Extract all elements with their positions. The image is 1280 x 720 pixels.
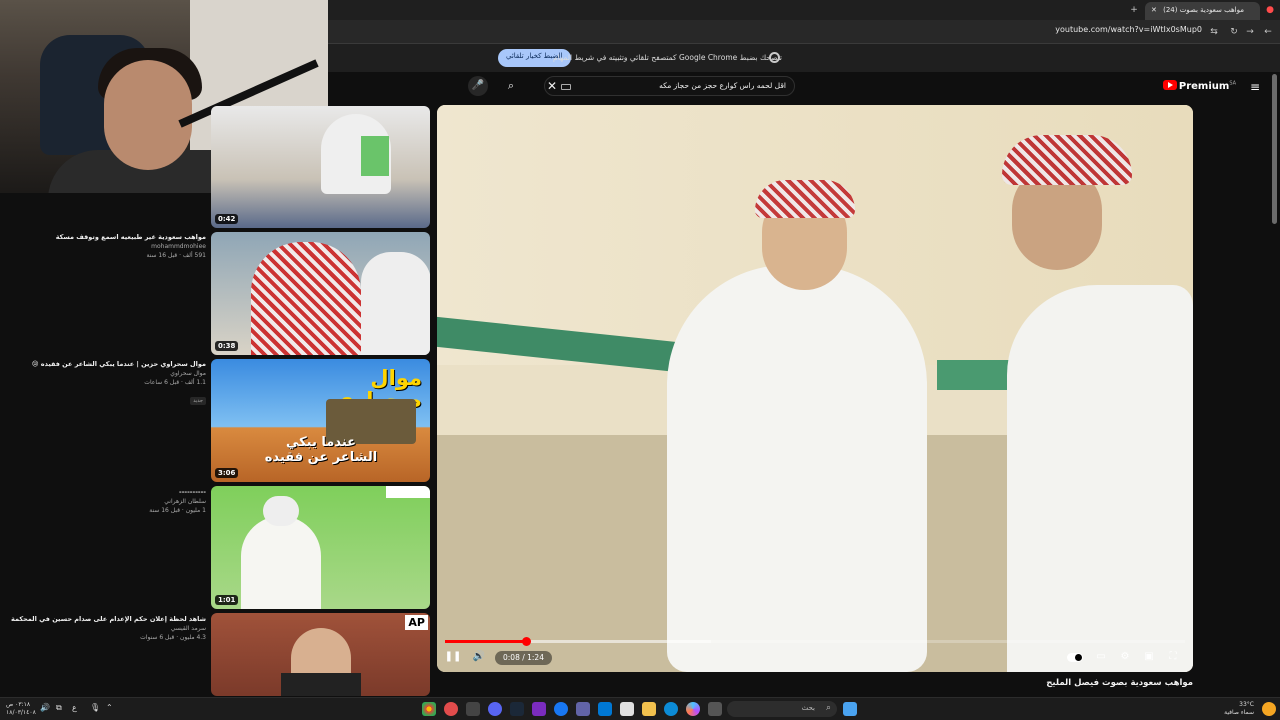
steam-icon[interactable] xyxy=(510,702,524,716)
voice-search-icon[interactable]: 🎤 xyxy=(468,76,488,96)
sidebar-video-title[interactable]: مواهب سعودية غير طبيعيه اسمع وتوقف مسكة xyxy=(6,233,206,242)
taskbar-search[interactable]: بحث ⌕ xyxy=(727,701,837,717)
url-field[interactable]: youtube.com/watch?v=iWtIx0sMup0 xyxy=(1055,25,1202,34)
sidebar-channel[interactable]: سلطان الزهراني xyxy=(6,497,206,506)
search-query: اقل لحمه راس كوارع حجز من حجاز مكه xyxy=(659,81,786,90)
sidebar-video-meta-4[interactable]: ---------- سلطان الزهراني 1 مليون · قبل … xyxy=(6,488,206,515)
browser-tab[interactable]: ✕ (24) مواهب سعودية بصوت xyxy=(1145,2,1260,20)
sidebar-video-meta-3[interactable]: موال سحراوي حزين | عندما يبكي الشاعر عن … xyxy=(6,360,206,406)
app-icon-white[interactable] xyxy=(620,702,634,716)
default-browser-infobar: الضبط كخيار تلقائي تنصحك بضبط Google Chr… xyxy=(328,44,1280,72)
site-settings-icon[interactable]: ⇆ xyxy=(1206,24,1222,40)
search-icon[interactable]: ⌕ xyxy=(500,76,522,96)
time-display: 0:08 / 1:24 xyxy=(495,651,552,665)
duration-badge: 0:38 xyxy=(215,341,239,351)
back-icon[interactable]: ← xyxy=(1260,24,1276,40)
subtitles-icon[interactable]: ▭ xyxy=(1091,649,1111,665)
infobar-text: تنصحك بضبط Google Chrome كمتصفح تلقائي و… xyxy=(553,53,782,62)
sidebar-channel[interactable]: mohammdmohiee xyxy=(6,242,206,251)
page-scrollbar[interactable] xyxy=(1272,74,1277,224)
thumb-text-1: موال xyxy=(370,366,422,390)
sidebar-stats: 1.1 ألف · قبل 6 ساعات xyxy=(144,379,206,386)
sidebar-stats: 1 مليون · قبل 16 سنة xyxy=(149,507,206,514)
thumb-text-4: الشاعر عن فقيده xyxy=(264,450,378,465)
weather-icon xyxy=(1262,702,1276,716)
sidebar-video-title[interactable]: موال سحراوي حزين | عندما يبكي الشاعر عن … xyxy=(6,360,206,369)
sidebar-thumbnail-2[interactable]: 0:38 xyxy=(211,232,430,355)
task-view-icon[interactable] xyxy=(708,702,722,716)
sidebar-thumbnail-4[interactable]: 1:01 xyxy=(211,486,430,609)
autoplay-toggle[interactable] xyxy=(1067,653,1083,662)
miniplayer-icon[interactable]: ▣ xyxy=(1139,649,1159,665)
new-badge: جديد xyxy=(190,397,206,405)
discord-icon[interactable] xyxy=(488,702,502,716)
clock[interactable]: ٠٣:١٨ ص ١٨/٠٣/١٤٠٨ xyxy=(6,701,36,717)
sidebar-video-title[interactable]: ---------- xyxy=(6,488,206,497)
reload-icon[interactable]: ↻ xyxy=(1226,24,1242,40)
app-icon-purple[interactable] xyxy=(532,702,546,716)
youtube-header: 🎤 ⌕ ✕ اقل لحمه راس كوارع حجز من حجاز مكه… xyxy=(328,72,1280,100)
tab-close-icon[interactable]: ✕ xyxy=(1151,6,1157,14)
sidebar-thumbnail-1[interactable]: 0:42 xyxy=(211,106,430,228)
app-icon-red[interactable] xyxy=(444,702,458,716)
mic-tray-icon[interactable]: 🎙 xyxy=(90,704,100,712)
ap-logo: AP xyxy=(405,615,428,630)
duration-badge: 3:06 xyxy=(215,468,239,478)
hamburger-menu-icon[interactable]: ≡ xyxy=(1250,80,1260,94)
sidebar-stats: 4.3 مليون · قبل 6 سنوات xyxy=(140,634,206,641)
settings-gear-icon[interactable]: ⚙ xyxy=(1115,649,1135,665)
mail-icon[interactable] xyxy=(598,702,612,716)
forward-icon[interactable]: → xyxy=(1242,24,1258,40)
video-player[interactable]: ❚❚ 🔊 0:08 / 1:24 ▭ ⚙ ▣ ⛶ xyxy=(437,105,1193,672)
language-indicator[interactable]: ع xyxy=(72,704,77,712)
duration-badge: 1:01 xyxy=(215,595,239,605)
network-tray-icon[interactable]: ⧉ xyxy=(56,704,62,712)
record-icon: ● xyxy=(1266,5,1274,15)
duration-badge: 0:42 xyxy=(215,214,239,224)
volume-tray-icon[interactable]: 🔊 xyxy=(40,704,50,712)
progress-played xyxy=(445,640,527,643)
thumb-text-3: عندما يبكي xyxy=(285,435,357,450)
file-explorer-icon[interactable] xyxy=(642,702,656,716)
pause-icon[interactable]: ❚❚ xyxy=(443,649,463,665)
teams-icon[interactable] xyxy=(576,702,590,716)
sidebar-stats: 591 ألف · قبل 16 سنة xyxy=(146,252,206,259)
search-input[interactable]: ✕ اقل لحمه راس كوارع حجز من حجاز مكه xyxy=(544,76,795,96)
weather-widget[interactable]: 33°C سماء صافية xyxy=(1224,701,1254,717)
search-icon: ⌕ xyxy=(825,703,831,713)
keyboard-icon[interactable] xyxy=(561,84,571,90)
windows-start-icon[interactable] xyxy=(843,702,857,716)
app-icon-gray[interactable] xyxy=(466,702,480,716)
sidebar-video-meta-5[interactable]: شاهد لحظة إعلان حكم الإعدام على صدام حسي… xyxy=(6,615,206,642)
volume-icon[interactable]: 🔊 xyxy=(469,649,489,665)
edge-icon[interactable] xyxy=(664,702,678,716)
progress-bar[interactable] xyxy=(445,637,1185,646)
facebook-icon[interactable] xyxy=(554,702,568,716)
youtube-premium-logo[interactable]: PremiumSA xyxy=(1162,80,1236,92)
sidebar-thumbnail-5[interactable]: AP xyxy=(211,613,430,696)
sidebar-channel[interactable]: سرمد القيسي xyxy=(6,624,206,633)
tray-overflow-icon[interactable]: ⌃ xyxy=(106,704,113,712)
os-taskbar: ٠٣:١٨ ص ١٨/٠٣/١٤٠٨ 🔊 ⧉ ع 🎙 ⌃ بحث ⌕ 33°C … xyxy=(0,697,1280,720)
sidebar-thumbnail-3[interactable]: موال صحراوي عندما يبكي الشاعر عن فقيده 3… xyxy=(211,359,430,482)
clear-search-icon[interactable]: ✕ xyxy=(547,79,557,93)
sidebar-video-title[interactable]: شاهد لحظة إعلان حكم الإعدام على صدام حسي… xyxy=(6,615,206,624)
video-title: مواهب سعودية بصوت فيصل المليح xyxy=(1046,678,1193,688)
sidebar-channel[interactable]: موال سحراوي xyxy=(6,369,206,378)
youtube-play-icon xyxy=(1162,80,1177,90)
tab-title: (24) مواهب سعودية بصوت xyxy=(1163,6,1244,14)
sidebar-video-meta-1[interactable]: مواهب سعودية غير طبيعيه اسمع وتوقف مسكة … xyxy=(6,233,206,260)
chrome-taskbar-icon[interactable] xyxy=(422,702,436,716)
fullscreen-icon[interactable]: ⛶ xyxy=(1163,649,1183,665)
new-tab-button[interactable]: + xyxy=(1126,2,1142,18)
chrome-icon xyxy=(769,52,780,63)
copilot-icon[interactable] xyxy=(686,702,700,716)
